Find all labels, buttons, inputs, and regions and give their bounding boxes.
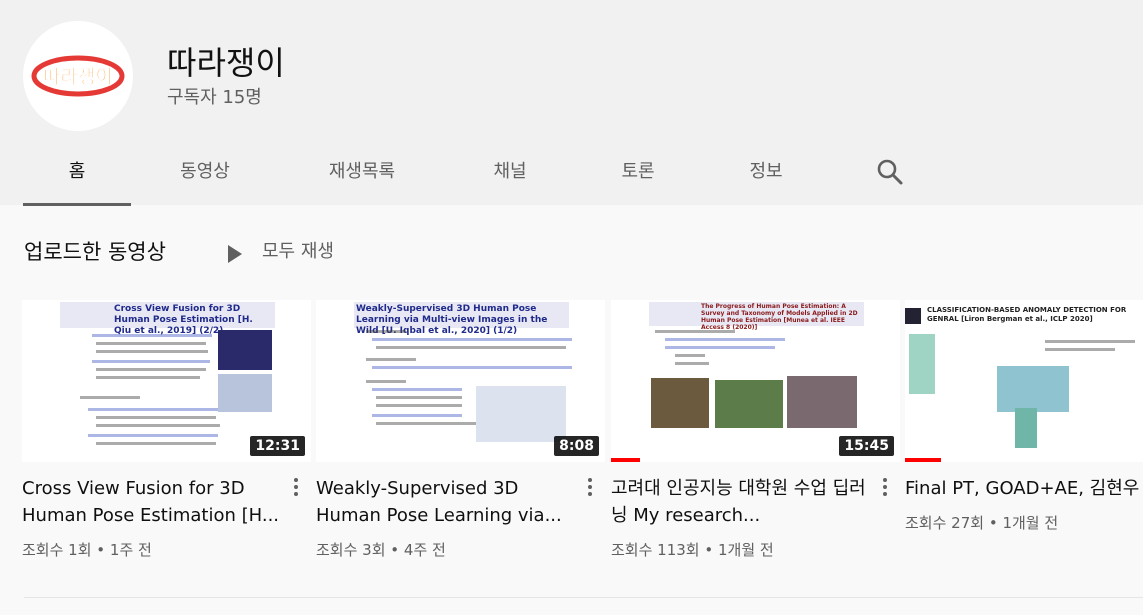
tab-videos[interactable]: 동영상 xyxy=(150,150,260,206)
logo-text: 따라쟁이 xyxy=(43,66,113,88)
upload-age: 1개월 전 xyxy=(1002,514,1059,532)
view-count: 조회수 1회 xyxy=(22,541,92,559)
tab-playlists[interactable]: 재생목록 xyxy=(300,150,424,206)
video-title[interactable]: Weakly-Supervised 3D Human Pose Learning… xyxy=(316,475,576,529)
search-icon[interactable] xyxy=(872,157,908,187)
video-thumbnail[interactable]: Weakly-Supervised 3D Human Pose Learning… xyxy=(316,300,605,462)
video-duration: 15:45 xyxy=(839,436,894,456)
upload-age: 4주 전 xyxy=(403,541,446,559)
view-count: 조회수 3회 xyxy=(316,541,386,559)
video-card: The Progress of Human Pose Estimation: A… xyxy=(611,300,900,580)
slide-photo xyxy=(787,376,857,428)
video-meta: 조회수 27회 • 1개월 전 xyxy=(905,514,1059,532)
slide-figure xyxy=(218,330,272,370)
channel-avatar[interactable]: 따라쟁이 xyxy=(23,21,133,131)
slide-figure xyxy=(218,374,272,412)
thumbnail-slide-title: The Progress of Human Pose Estimation: A… xyxy=(701,303,858,331)
more-actions-icon[interactable] xyxy=(580,475,600,499)
slide-photo xyxy=(715,380,783,428)
video-duration: 12:31 xyxy=(250,436,305,456)
more-actions-icon[interactable] xyxy=(875,475,895,499)
video-card: CLASSIFICATION-BASED ANOMALY DETECTION F… xyxy=(905,300,1143,580)
channel-name: 따라쟁이 xyxy=(167,44,285,82)
channel-logo-icon: 따라쟁이 xyxy=(31,55,125,97)
upload-age: 1주 전 xyxy=(109,541,152,559)
video-title[interactable]: 고려대 인공지능 대학원 수업 딥러닝 My research... xyxy=(611,475,871,529)
tab-videos-label: 동영상 xyxy=(180,161,230,182)
channel-tabs: 홈 동영상 재생목록 채널 토론 정보 xyxy=(0,150,1143,206)
tab-playlists-label: 재생목록 xyxy=(328,161,396,182)
video-title[interactable]: Final PT, GOAD+AE, 김현우 xyxy=(905,475,1143,502)
video-card: Weakly-Supervised 3D Human Pose Learning… xyxy=(316,300,605,580)
slide-figure xyxy=(1015,408,1037,448)
view-count: 조회수 27회 xyxy=(905,514,985,532)
video-meta: 조회수 113회 • 1개월 전 xyxy=(611,541,774,559)
video-thumbnail[interactable]: The Progress of Human Pose Estimation: A… xyxy=(611,300,900,462)
tab-about-label: 정보 xyxy=(749,161,783,182)
tab-channels-label: 채널 xyxy=(493,161,527,182)
video-thumbnail[interactable]: Cross View Fusion for 3D Human Pose Esti… xyxy=(22,300,311,462)
video-card: Cross View Fusion for 3D Human Pose Esti… xyxy=(22,300,311,580)
upload-age: 1개월 전 xyxy=(718,541,774,559)
slide-figure xyxy=(476,386,566,442)
watch-progress-bar xyxy=(611,458,640,462)
slide-figure xyxy=(997,366,1069,412)
tab-discussion-label: 토론 xyxy=(621,161,655,182)
slide-photo xyxy=(651,378,709,428)
play-icon xyxy=(228,245,242,263)
view-count: 조회수 113회 xyxy=(611,541,700,559)
channel-header: 따라쟁이 따라쟁이 구독자 15명 홈 동영상 재생목록 채널 토론 정보 xyxy=(0,0,1143,206)
video-duration: 8:08 xyxy=(554,436,599,456)
tab-discussion[interactable]: 토론 xyxy=(598,150,678,206)
section-title: 업로드한 동영상 xyxy=(24,240,166,264)
more-actions-icon[interactable] xyxy=(286,475,306,499)
subscriber-count: 구독자 15명 xyxy=(167,87,262,108)
watch-progress-bar xyxy=(905,458,941,462)
thumbnail-slide-title: CLASSIFICATION-BASED ANOMALY DETECTION F… xyxy=(927,306,1127,323)
video-meta: 조회수 3회 • 4주 전 xyxy=(316,541,446,559)
video-meta: 조회수 1회 • 1주 전 xyxy=(22,541,152,559)
tab-about[interactable]: 정보 xyxy=(726,150,806,206)
tab-home[interactable]: 홈 xyxy=(23,150,131,206)
play-all-button[interactable]: 모두 재생 xyxy=(228,236,388,268)
slide-logo xyxy=(905,308,921,324)
play-all-label: 모두 재생 xyxy=(262,241,334,262)
slide-figure xyxy=(909,334,935,394)
section-divider xyxy=(24,597,1143,598)
video-title[interactable]: Cross View Fusion for 3D Human Pose Esti… xyxy=(22,475,282,529)
tab-home-label: 홈 xyxy=(68,161,86,182)
tab-channels[interactable]: 채널 xyxy=(470,150,550,206)
video-thumbnail[interactable]: CLASSIFICATION-BASED ANOMALY DETECTION F… xyxy=(905,300,1143,462)
